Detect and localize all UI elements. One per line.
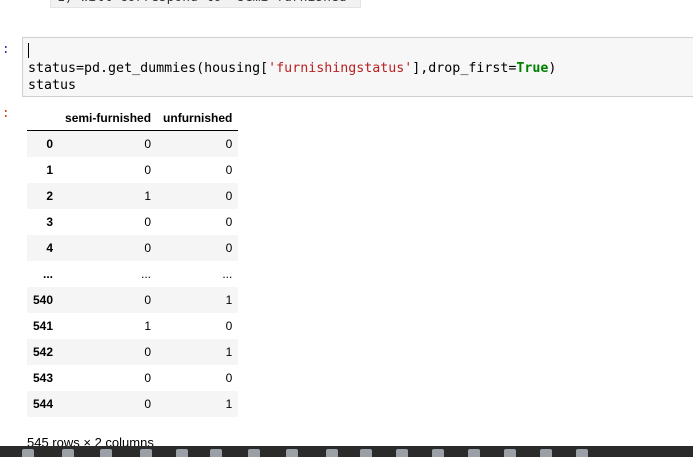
cell-unfurnished: 1 (225, 293, 233, 307)
store-icon[interactable] (176, 449, 188, 457)
cell-unfurnished: 0 (225, 215, 233, 229)
index-header (27, 106, 60, 131)
dataframe-table: semi-furnished unfurnished 0 0 0 1 0 0 2 1 0 3… (27, 106, 239, 417)
cell-semi-furnished: 0 (144, 137, 152, 151)
cell-unfurnished: 0 (225, 137, 233, 151)
row-index: 543 (33, 371, 54, 385)
photos-icon[interactable] (432, 449, 444, 457)
column-header-unfurnished: unfurnished (157, 106, 239, 131)
taskview-icon[interactable] (100, 449, 112, 457)
mail-icon[interactable] (210, 449, 222, 457)
start-icon[interactable] (22, 449, 34, 457)
cell-semi-furnished: 0 (144, 241, 152, 255)
table-row: ......... (27, 261, 238, 287)
cell-semi-furnished: 0 (144, 163, 152, 177)
settings-icon[interactable] (326, 449, 338, 457)
code-line-2[interactable]: status (28, 77, 76, 95)
row-index: 0 (46, 137, 54, 151)
cell-unfurnished: 0 (225, 189, 233, 203)
row-index: 540 (33, 293, 54, 307)
row-index: 3 (46, 215, 54, 229)
cell-semi-furnished: 1 (144, 319, 152, 333)
row-index: 542 (33, 345, 54, 359)
text-cursor (28, 43, 29, 58)
table-row: 1 0 0 (27, 157, 238, 183)
chrome-icon[interactable] (248, 449, 260, 457)
app-icon[interactable] (576, 449, 588, 457)
cell-unfurnished: 0 (225, 241, 233, 255)
cell-semi-furnished: 0 (144, 371, 152, 385)
table-header-row: semi-furnished unfurnished (27, 106, 239, 131)
calc-icon[interactable] (468, 449, 480, 457)
code-string-token: 'furnishingstatus' (268, 61, 413, 76)
row-index: 1 (46, 163, 54, 177)
cell-unfurnished: 0 (225, 371, 233, 385)
table-row: 4 0 0 (27, 235, 239, 261)
firefox-icon[interactable] (286, 449, 298, 457)
cell-semi-furnished: 0 (144, 397, 152, 411)
code-cell[interactable]: status=pd.get_dummies(housing['furnishin… (22, 37, 693, 97)
cell-unfurnished: 0 (225, 319, 233, 333)
taskbar (0, 446, 693, 457)
terminal-icon[interactable] (360, 449, 372, 457)
cell-unfurnished: 1 (225, 345, 233, 359)
output-prompt: ]: (0, 106, 10, 121)
row-index: 541 (33, 319, 54, 333)
table-row: 541 1 0 (27, 313, 238, 339)
cell-unfurnished: ... (222, 267, 233, 281)
notepad-icon[interactable] (396, 449, 408, 457)
cell-semi-furnished: 0 (144, 345, 152, 359)
row-index: 544 (33, 397, 54, 411)
column-header-semi-furnished: semi-furnished (59, 106, 158, 131)
code-token: ],drop_first= (412, 61, 517, 76)
code-keyword-token: True (516, 61, 549, 76)
row-index: 4 (46, 241, 54, 255)
cell-semi-furnished: 0 (144, 293, 152, 307)
table-row: 544 0 1 (27, 391, 239, 417)
cell-unfurnished: 0 (225, 163, 233, 177)
cell-unfurnished: 1 (225, 397, 233, 411)
excel-icon[interactable] (540, 449, 552, 457)
row-index: 2 (46, 189, 54, 203)
word-icon[interactable] (504, 449, 516, 457)
search-icon[interactable] (62, 449, 74, 457)
code-token: status=pd.get_dummies(housing[ (28, 61, 269, 76)
cell-semi-furnished: ... (141, 267, 152, 281)
table-row: 3 0 0 (27, 209, 238, 235)
table-row: 543 0 0 (27, 365, 238, 391)
table-row: 2 1 0 (27, 183, 239, 209)
input-prompt: ]: (0, 42, 10, 57)
table-row: 542 0 1 (27, 339, 239, 365)
code-token: ) (548, 61, 557, 76)
table-row: 540 0 1 (27, 287, 239, 313)
markdown-snippet: 1) will correspond to 'semi-furnished' (50, 0, 362, 8)
cell-semi-furnished: 1 (144, 189, 152, 203)
explorer-icon[interactable] (140, 449, 152, 457)
table-row: 0 0 0 (27, 130, 239, 157)
row-index: ... (43, 267, 54, 281)
code-line-1[interactable]: status=pd.get_dummies(housing['furnishin… (28, 60, 556, 78)
cell-semi-furnished: 0 (144, 215, 152, 229)
